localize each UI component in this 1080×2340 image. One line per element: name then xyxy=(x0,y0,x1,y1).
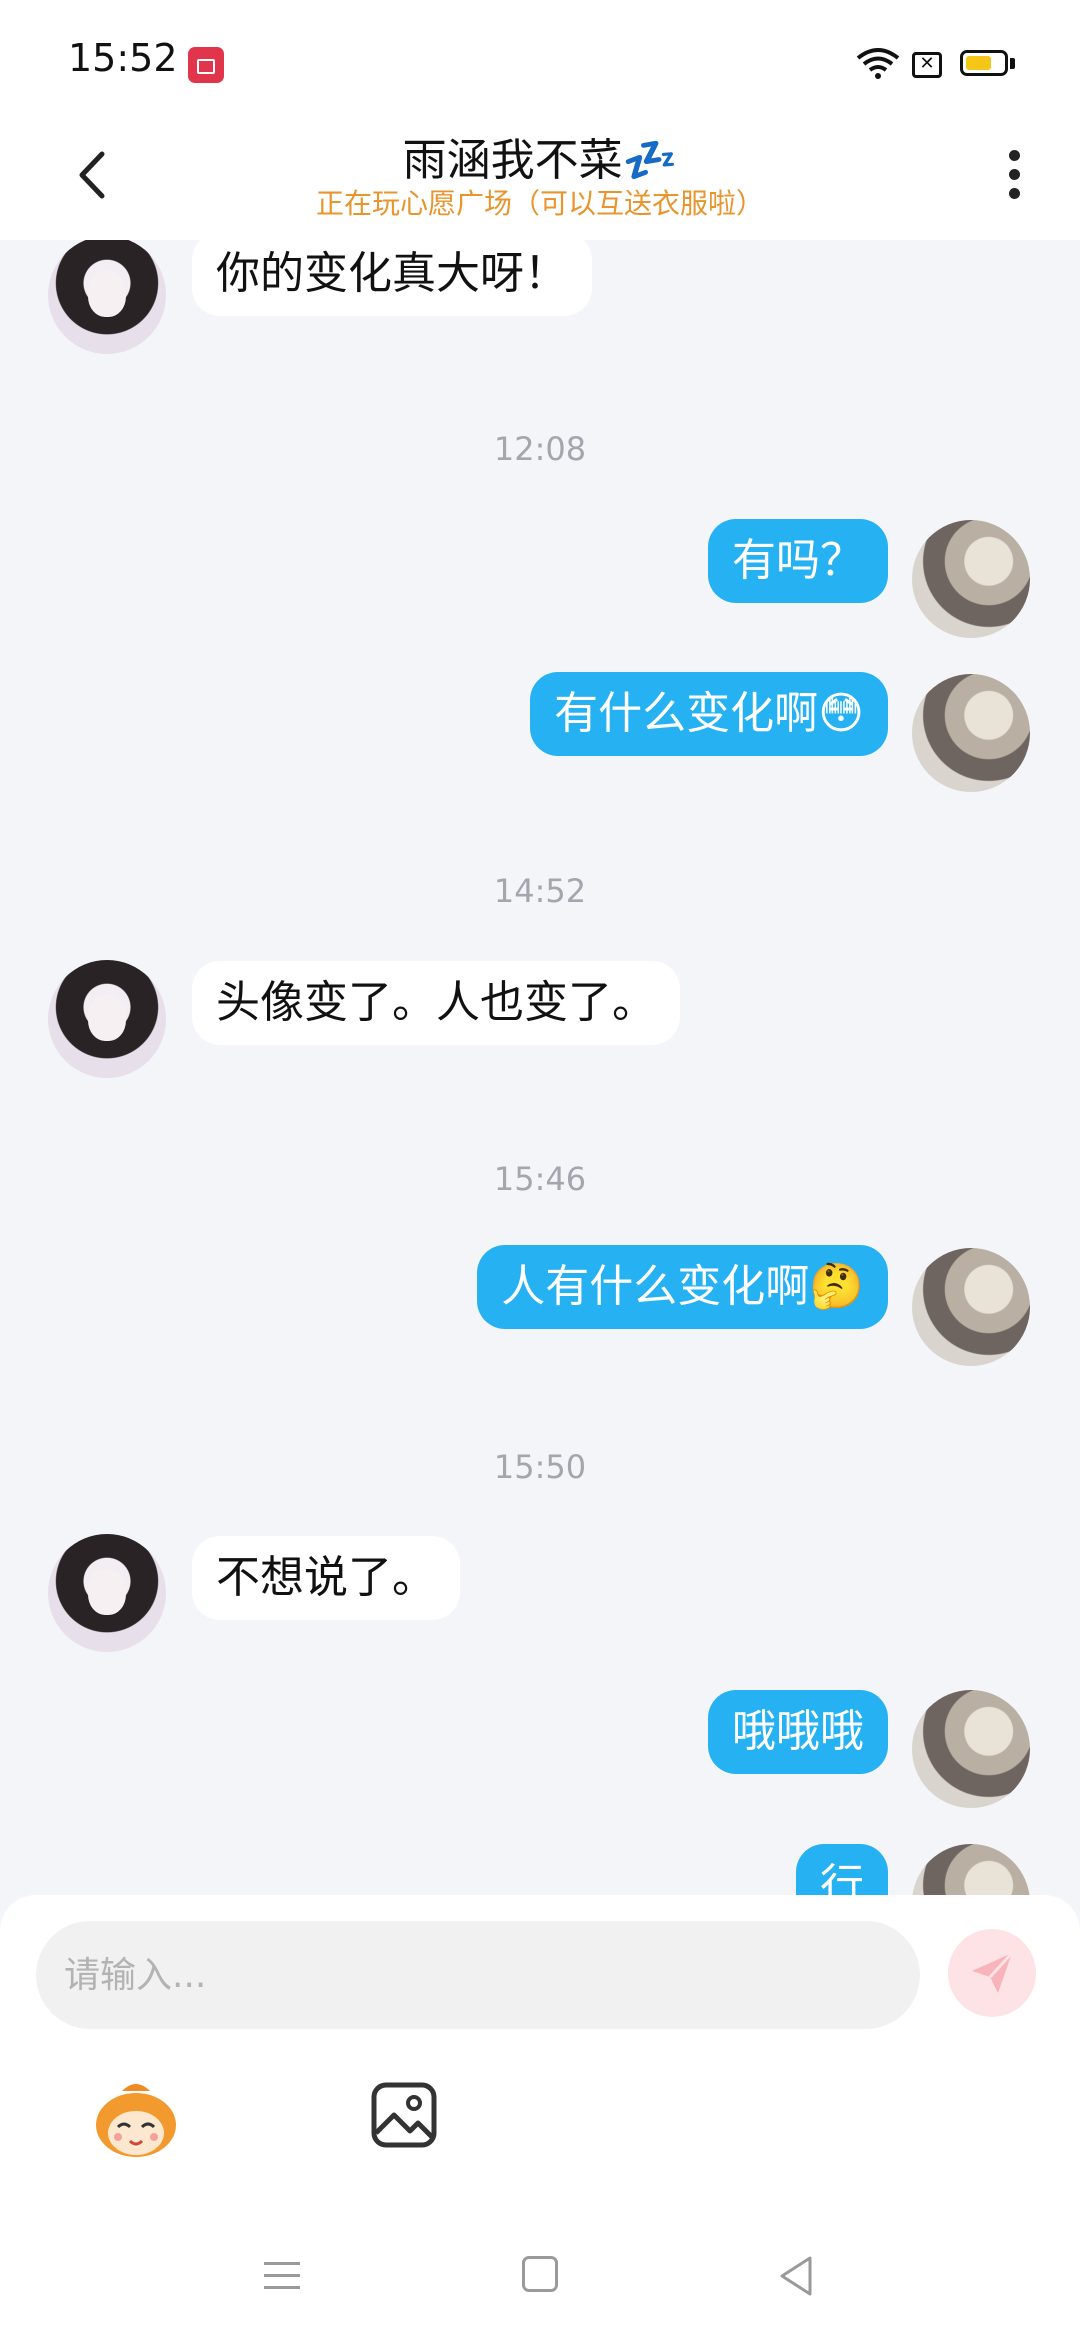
self-avatar[interactable] xyxy=(912,1690,1030,1808)
message-timestamp: 12:08 xyxy=(493,430,587,468)
chat-header: 雨涵我不菜💤 正在玩心愿广场（可以互送衣服啦） xyxy=(0,120,1080,240)
message-timestamp: 15:46 xyxy=(493,1160,587,1198)
self-avatar[interactable] xyxy=(912,1844,1030,1895)
battery-tip xyxy=(1010,58,1015,69)
send-button[interactable] xyxy=(948,1929,1036,2017)
status-bar: 15:52 ✕ xyxy=(0,0,1080,120)
more-button[interactable] xyxy=(995,140,1035,210)
contact-avatar[interactable] xyxy=(48,960,166,1078)
send-icon xyxy=(972,1951,1014,1993)
sticker-icon[interactable] xyxy=(92,2077,180,2165)
contact-avatar[interactable] xyxy=(48,240,166,354)
message-timestamp: 15:50 xyxy=(493,1448,587,1486)
self-avatar[interactable] xyxy=(912,674,1030,792)
chat-title: 雨涵我不菜💤 xyxy=(402,135,678,186)
more-dot xyxy=(1009,188,1020,199)
nav-menu-button[interactable] xyxy=(264,2258,300,2294)
chat-subtitle[interactable]: 正在玩心愿广场（可以互送衣服啦） xyxy=(0,182,1080,222)
message-bubble-outgoing[interactable]: 行 xyxy=(796,1844,888,1895)
self-avatar[interactable] xyxy=(912,1248,1030,1366)
nav-home-button[interactable] xyxy=(522,2256,558,2292)
self-avatar[interactable] xyxy=(912,520,1030,638)
message-bubble-incoming[interactable]: 头像变了。人也变了。 xyxy=(192,961,680,1045)
wifi-icon xyxy=(856,48,900,79)
message-bubble-incoming[interactable]: 你的变化真大呀！ xyxy=(192,240,592,316)
message-timestamp: 14:52 xyxy=(493,872,587,910)
message-input[interactable] xyxy=(36,1921,920,2029)
message-bubble-outgoing[interactable]: 哦哦哦 xyxy=(708,1690,888,1774)
more-vertical-icon xyxy=(1009,150,1020,161)
message-list[interactable]: 你的变化真大呀！ 12:08 有吗？ 有什么变化啊😳 14:52 头像变了。人也… xyxy=(0,240,1080,1895)
nav-back-button[interactable] xyxy=(776,2254,816,2298)
more-dot xyxy=(1009,169,1020,180)
message-bubble-outgoing[interactable]: 有什么变化啊😳 xyxy=(530,672,888,756)
menu-icon xyxy=(264,2262,300,2265)
contact-avatar[interactable] xyxy=(48,1534,166,1652)
message-bubble-outgoing[interactable]: 有吗？ xyxy=(708,519,888,603)
menu-icon-line xyxy=(264,2286,300,2289)
menu-icon-line xyxy=(264,2274,300,2277)
message-bubble-incoming[interactable]: 不想说了。 xyxy=(192,1536,460,1620)
screen-record-icon xyxy=(188,47,224,83)
battery-level xyxy=(966,56,991,70)
battery-icon xyxy=(960,50,1008,76)
message-bubble-outgoing[interactable]: 人有什么变化啊🤔 xyxy=(477,1245,888,1329)
image-icon[interactable] xyxy=(370,2081,438,2149)
status-time: 15:52 xyxy=(68,36,178,80)
no-sim-icon: ✕ xyxy=(912,52,942,78)
